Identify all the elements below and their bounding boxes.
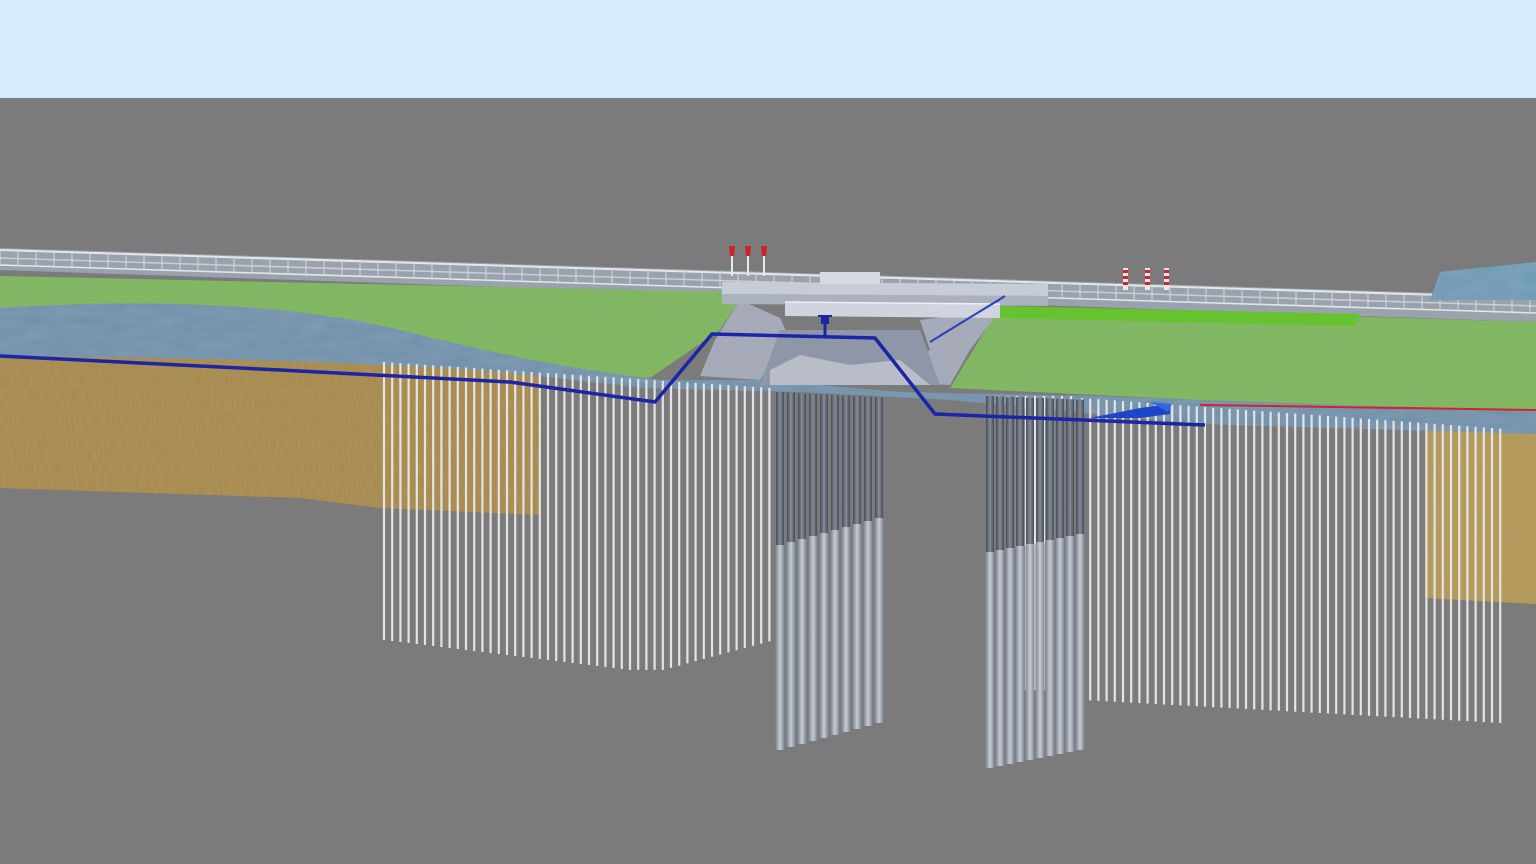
pile-upper <box>798 393 806 539</box>
pile-lower <box>1045 540 1055 756</box>
pile-lower <box>863 521 873 726</box>
pile-lower <box>786 542 796 747</box>
pile-lower <box>985 552 995 768</box>
pile-upper <box>787 392 795 542</box>
pile-lower <box>775 545 785 750</box>
pile-lower <box>1055 538 1065 754</box>
pile-upper <box>776 392 784 545</box>
pile-upper <box>875 397 883 518</box>
pile-upper <box>853 396 861 524</box>
3d-viewport[interactable] <box>0 0 1536 864</box>
pile-upper <box>986 396 994 552</box>
soil-layer-right <box>1425 425 1536 604</box>
pile-lower <box>1035 542 1045 758</box>
pile-lower <box>808 536 818 741</box>
soil-layer-left <box>0 350 540 515</box>
pile-upper <box>996 396 1004 550</box>
pile-upper <box>842 395 850 527</box>
pile-upper <box>864 396 872 521</box>
pile-lower <box>874 518 884 723</box>
pile-lower <box>995 550 1005 766</box>
pile-lower <box>1065 536 1075 752</box>
pile-upper <box>831 395 839 530</box>
pile-lower <box>797 539 807 744</box>
sluice-model-scene <box>0 0 1536 864</box>
pile-upper <box>1006 396 1014 548</box>
pile-lower <box>1015 546 1025 762</box>
pile-lower <box>1025 544 1035 760</box>
pile-lower <box>819 533 829 738</box>
pile-lower <box>852 524 862 729</box>
pile-upper <box>809 393 817 536</box>
sky <box>0 0 1536 98</box>
pile-lower <box>1075 534 1085 750</box>
pile-lower <box>830 530 840 735</box>
pile-lower <box>841 527 851 732</box>
pile-upper <box>820 394 828 533</box>
pile-lower <box>1005 548 1015 764</box>
pile-upper <box>1016 397 1024 546</box>
